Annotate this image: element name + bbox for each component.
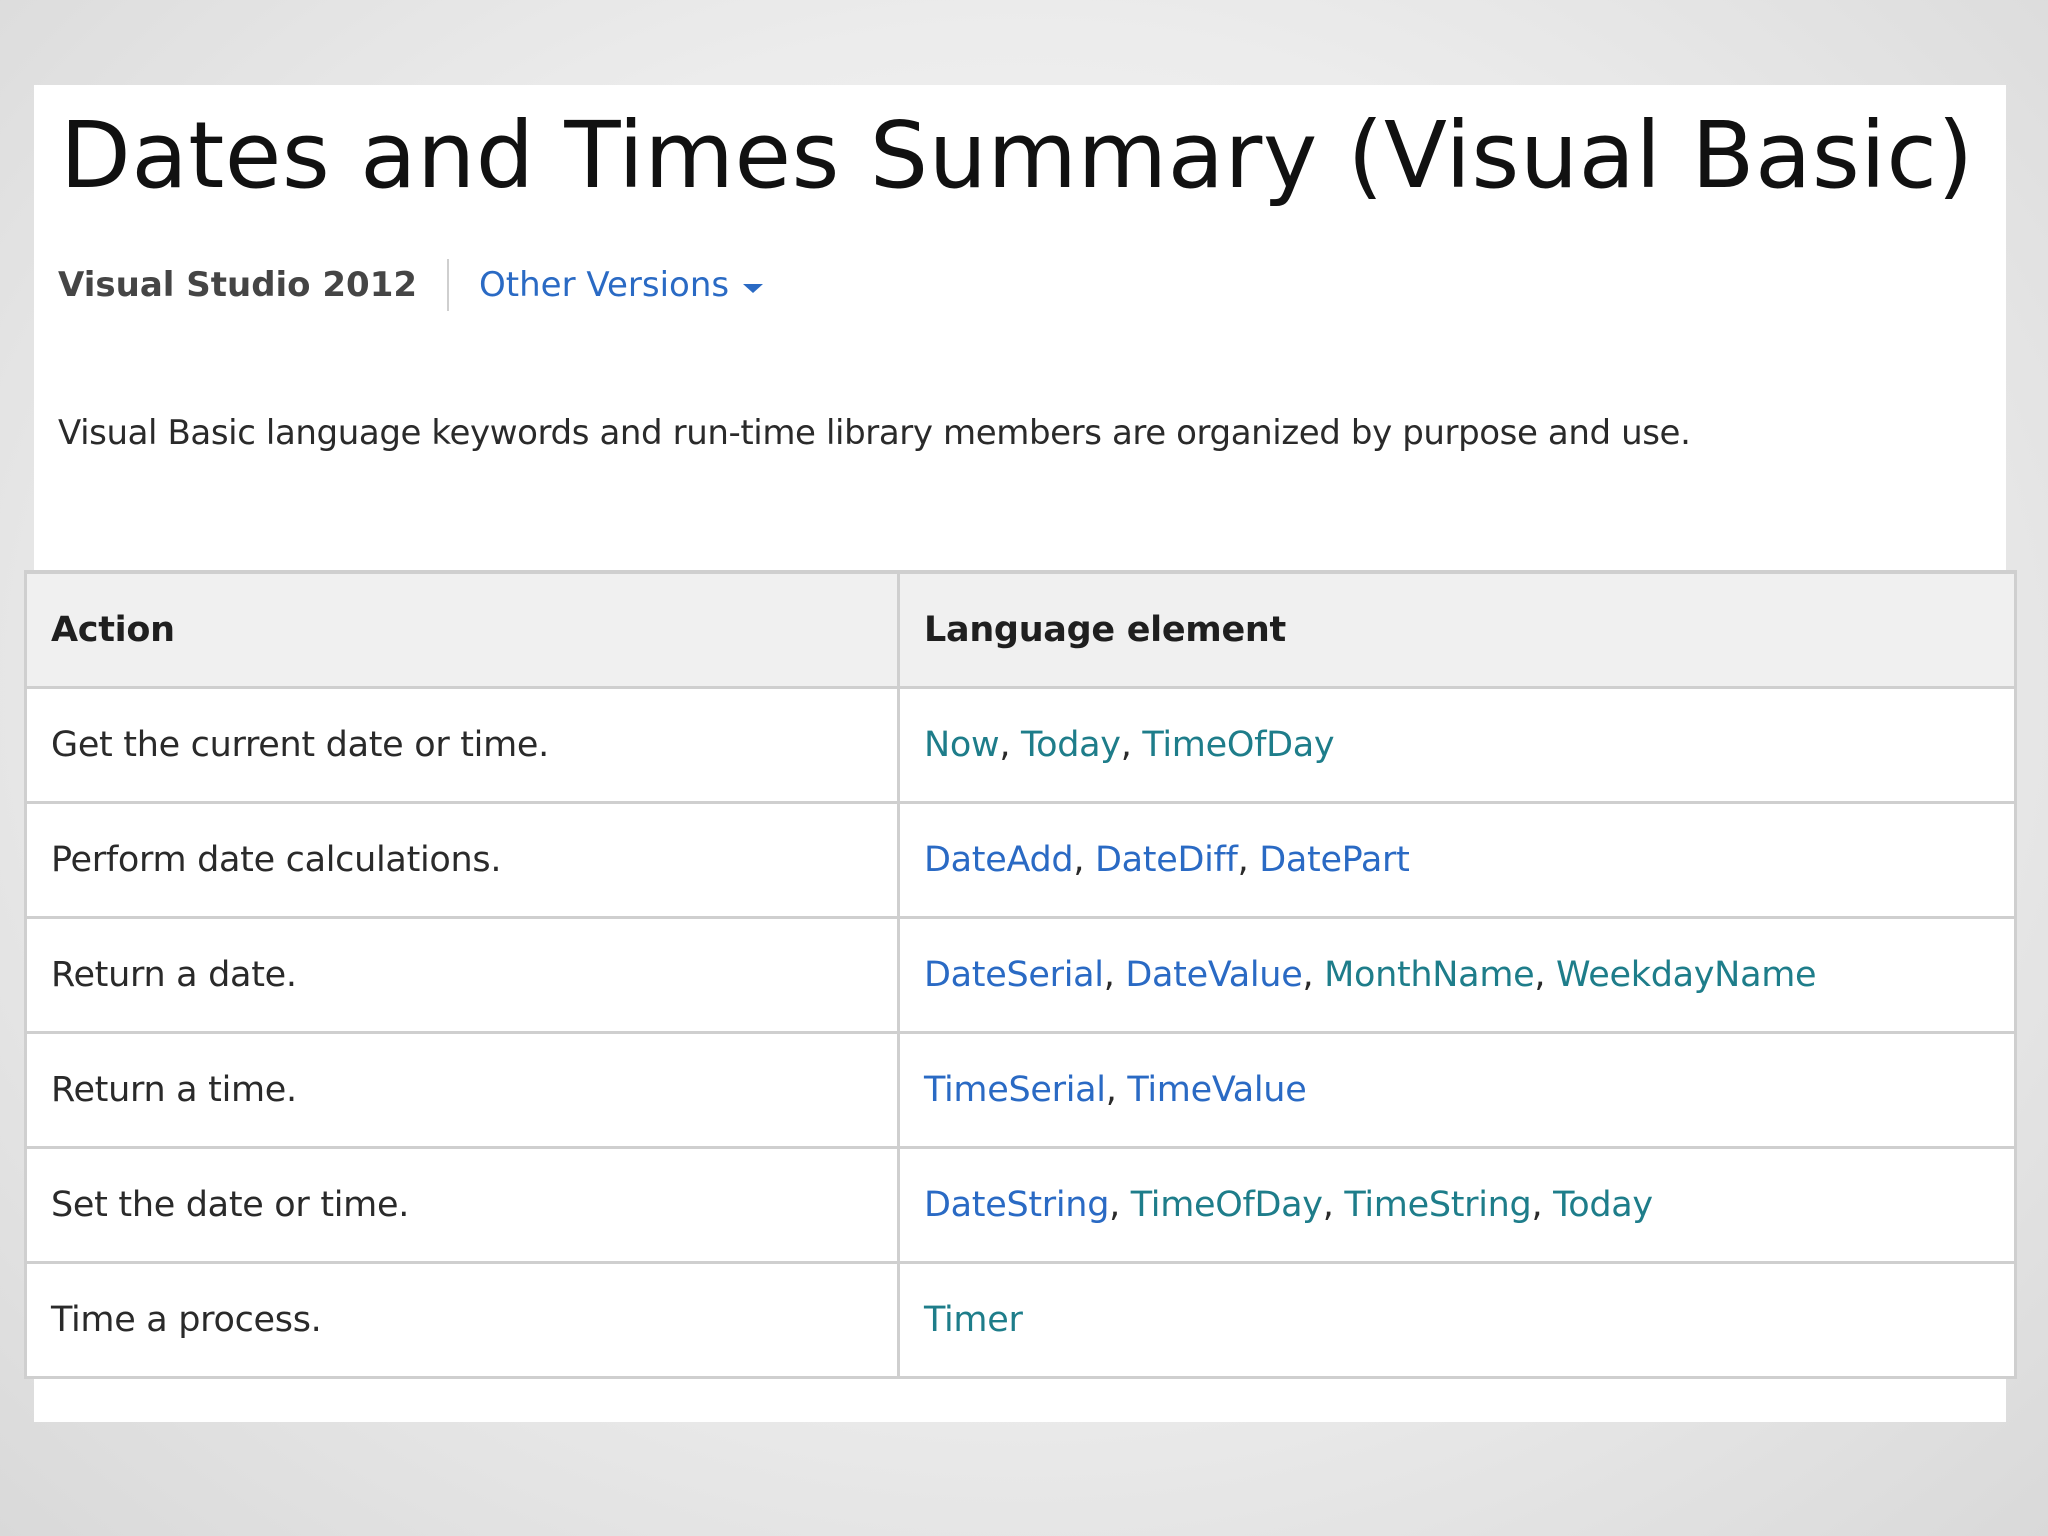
action-cell: Return a date. xyxy=(24,916,900,1034)
language-element-cell: Timer xyxy=(897,1261,2017,1379)
link-separator: , xyxy=(1531,1185,1554,1225)
language-element-link[interactable]: DateAdd xyxy=(924,840,1074,880)
language-element-cell: TimeSerial, TimeValue xyxy=(897,1031,2017,1149)
link-separator: , xyxy=(1120,725,1143,765)
language-element-link[interactable]: DateString xyxy=(924,1185,1109,1225)
product-name: Visual Studio 2012 xyxy=(58,265,418,305)
language-element-link[interactable]: DateValue xyxy=(1125,955,1302,995)
language-element-link[interactable]: MonthName xyxy=(1324,955,1535,995)
column-header-language-element: Language element xyxy=(897,570,2017,689)
language-element-link[interactable]: DateSerial xyxy=(924,955,1104,995)
link-separator: , xyxy=(1302,955,1325,995)
table-row: Return a date. DateSerial, DateValue, Mon… xyxy=(24,916,2017,1034)
language-element-link[interactable]: DatePart xyxy=(1259,840,1410,880)
language-element-link[interactable]: TimeString xyxy=(1344,1185,1531,1225)
table-row: Set the date or time. DateString, TimeOfD… xyxy=(24,1146,2017,1264)
language-element-link[interactable]: Today xyxy=(1021,725,1121,765)
language-element-cell: DateAdd, DateDiff, DatePart xyxy=(897,801,2017,919)
page-title: Dates and Times Summary (Visual Basic) xyxy=(60,102,1974,209)
chevron-down-icon[interactable] xyxy=(743,283,764,293)
version-bar: Visual Studio 2012 Other Versions xyxy=(58,257,764,313)
link-separator: , xyxy=(1073,840,1095,880)
version-divider xyxy=(447,259,450,311)
table-row: Time a process. Timer xyxy=(24,1261,2017,1379)
column-header-action: Action xyxy=(24,570,900,689)
table-row: Perform date calculations. DateAdd, DateD… xyxy=(24,801,2017,919)
action-cell: Return a time. xyxy=(24,1031,900,1149)
language-element-link[interactable]: WeekdayName xyxy=(1556,955,1817,995)
other-versions-label[interactable]: Other Versions xyxy=(479,265,729,305)
table-row: Return a time. TimeSerial, TimeValue xyxy=(24,1031,2017,1149)
language-element-link[interactable]: Timer xyxy=(924,1300,1023,1340)
language-element-link[interactable]: TimeValue xyxy=(1127,1070,1306,1110)
link-separator: , xyxy=(999,725,1021,765)
table-body: Get the current date or time. Now, Today,… xyxy=(24,686,2017,1379)
link-separator: , xyxy=(1105,1070,1128,1110)
action-cell: Time a process. xyxy=(24,1261,900,1379)
link-separator: , xyxy=(1103,955,1126,995)
language-element-cell: Now, Today, TimeOfDay xyxy=(897,686,2017,804)
action-cell: Perform date calculations. xyxy=(24,801,900,919)
language-element-link[interactable]: DateDiff xyxy=(1095,840,1238,880)
other-versions-dropdown[interactable]: Other Versions xyxy=(479,265,764,305)
language-element-link[interactable]: TimeOfDay xyxy=(1142,725,1334,765)
summary-table: Action Language element Get the current … xyxy=(24,570,2017,1379)
language-element-link[interactable]: Today xyxy=(1553,1185,1653,1225)
language-element-cell: DateString, TimeOfDay, TimeString, Today xyxy=(897,1146,2017,1264)
intro-text: Visual Basic language keywords and run-t… xyxy=(58,413,1691,453)
language-element-link[interactable]: TimeOfDay xyxy=(1131,1185,1323,1225)
language-element-link[interactable]: TimeSerial xyxy=(924,1070,1106,1110)
action-cell: Set the date or time. xyxy=(24,1146,900,1264)
table-header-row: Action Language element xyxy=(24,570,2017,689)
language-element-cell: DateSerial, DateValue, MonthName, Weekda… xyxy=(897,916,2017,1034)
table-row: Get the current date or time. Now, Today,… xyxy=(24,686,2017,804)
link-separator: , xyxy=(1237,840,1260,880)
link-separator: , xyxy=(1534,955,1557,995)
language-element-link[interactable]: Now xyxy=(924,725,1000,765)
action-cell: Get the current date or time. xyxy=(24,686,900,804)
link-separator: , xyxy=(1322,1185,1345,1225)
link-separator: , xyxy=(1109,1185,1131,1225)
